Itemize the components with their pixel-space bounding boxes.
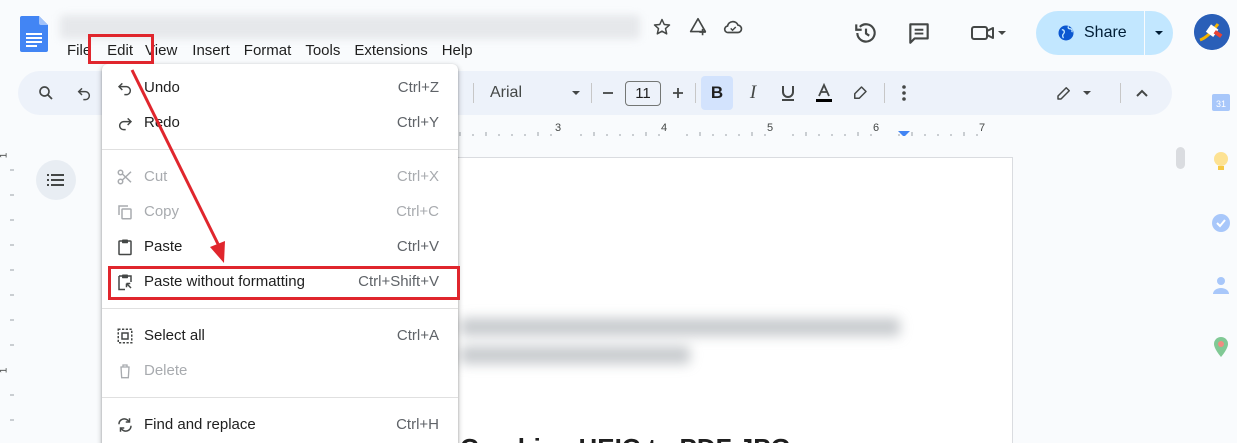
annotation-arrow xyxy=(130,69,225,263)
google-docs-window: File Edit View Insert Format Tools Exten… xyxy=(0,0,1237,443)
